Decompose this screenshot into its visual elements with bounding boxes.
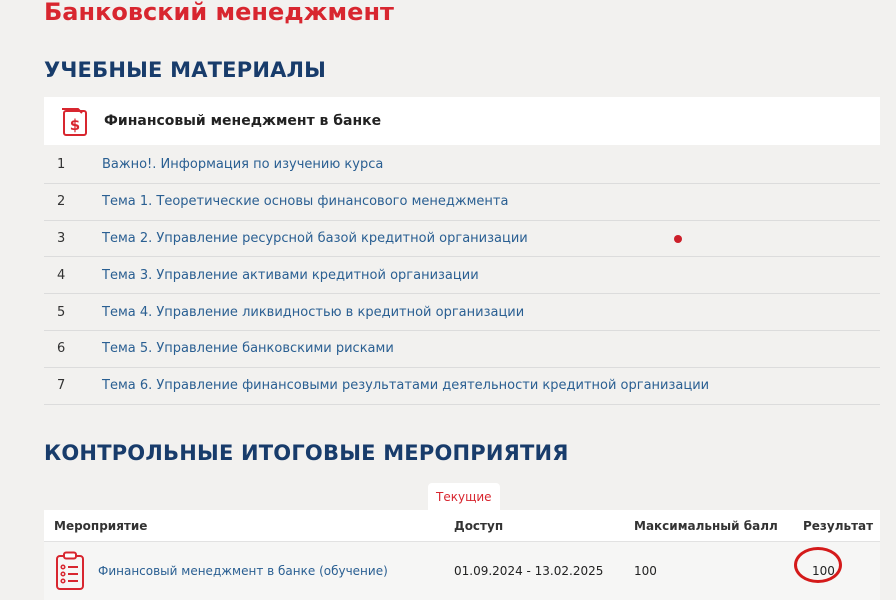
control-heading: КОНТРОЛЬНЫЕ ИТОГОВЫЕ МЕРОПРИЯТИЯ <box>44 441 569 465</box>
topic-number: 5 <box>57 304 66 320</box>
topic-link[interactable]: Тема 3. Управление активами кредитной ор… <box>102 268 479 283</box>
tab-current[interactable]: Текущие <box>428 483 500 510</box>
topic-row: 7 Тема 6. Управление финансовыми результ… <box>44 368 880 405</box>
column-header-event[interactable]: Мероприятие <box>44 519 444 533</box>
topic-link[interactable]: Тема 2. Управление ресурсной базой креди… <box>102 231 528 246</box>
topic-link[interactable]: Тема 4. Управление ликвидностью в кредит… <box>102 305 524 320</box>
topic-number: 4 <box>57 267 66 283</box>
topic-number: 1 <box>57 157 66 173</box>
events-table: Мероприятие Доступ Максимальный балл Рез… <box>44 510 880 600</box>
table-row: Финансовый менеджмент в банке (обучение)… <box>44 542 880 600</box>
svg-text:$: $ <box>70 116 80 134</box>
topic-row: 6 Тема 5. Управление банковскими рисками <box>44 331 880 368</box>
access-cell: 01.09.2024 - 13.02.2025 <box>454 564 604 578</box>
course-card-title: Финансовый менеджмент в банке <box>104 113 382 129</box>
topic-number: 7 <box>57 378 66 394</box>
alert-dot-icon <box>674 234 682 243</box>
column-header-access[interactable]: Доступ <box>444 519 624 533</box>
topic-row: 3 Тема 2. Управление ресурсной базой кре… <box>44 221 880 258</box>
event-link[interactable]: Финансовый менеджмент в банке (обучение) <box>98 564 388 578</box>
topic-link[interactable]: Тема 1. Теоретические основы финансового… <box>102 194 508 209</box>
topic-link[interactable]: Тема 6. Управление финансовыми результат… <box>102 378 709 393</box>
page: Банковский менеджмент УЧЕБНЫЕ МАТЕРИАЛЫ … <box>0 0 896 600</box>
column-header-max-score[interactable]: Максимальный балл <box>624 519 794 533</box>
course-card[interactable]: $ Финансовый менеджмент в банке <box>44 97 880 145</box>
max-score-cell: 100 <box>634 564 657 578</box>
topic-list: 1 Важно!. Информация по изучению курса 2… <box>44 147 880 405</box>
topic-number: 3 <box>57 230 66 246</box>
topic-link[interactable]: Тема 5. Управление банковскими рисками <box>102 341 394 356</box>
table-header: Мероприятие Доступ Максимальный балл Рез… <box>44 510 880 542</box>
column-header-result[interactable]: Результат <box>794 519 880 533</box>
result-cell: 100 <box>794 547 880 583</box>
topic-number: 2 <box>57 194 66 210</box>
materials-heading: УЧЕБНЫЕ МАТЕРИАЛЫ <box>44 58 327 82</box>
topic-row: 4 Тема 3. Управление активами кредитной … <box>44 257 880 295</box>
topic-row: 2 Тема 1. Теоретические основы финансово… <box>44 184 880 221</box>
clipboard-checklist-icon <box>56 551 84 590</box>
topic-number: 6 <box>57 341 66 357</box>
course-title: Банковский менеджмент <box>44 0 394 26</box>
event-cell: Финансовый менеджмент в банке (обучение) <box>44 551 444 591</box>
document-dollar-icon: $ <box>62 108 87 136</box>
topic-row: 5 Тема 4. Управление ликвидностью в кред… <box>44 294 880 331</box>
result-value: 100 <box>812 564 835 578</box>
topic-link[interactable]: Важно!. Информация по изучению курса <box>102 157 383 172</box>
topic-row: 1 Важно!. Информация по изучению курса <box>44 147 880 184</box>
